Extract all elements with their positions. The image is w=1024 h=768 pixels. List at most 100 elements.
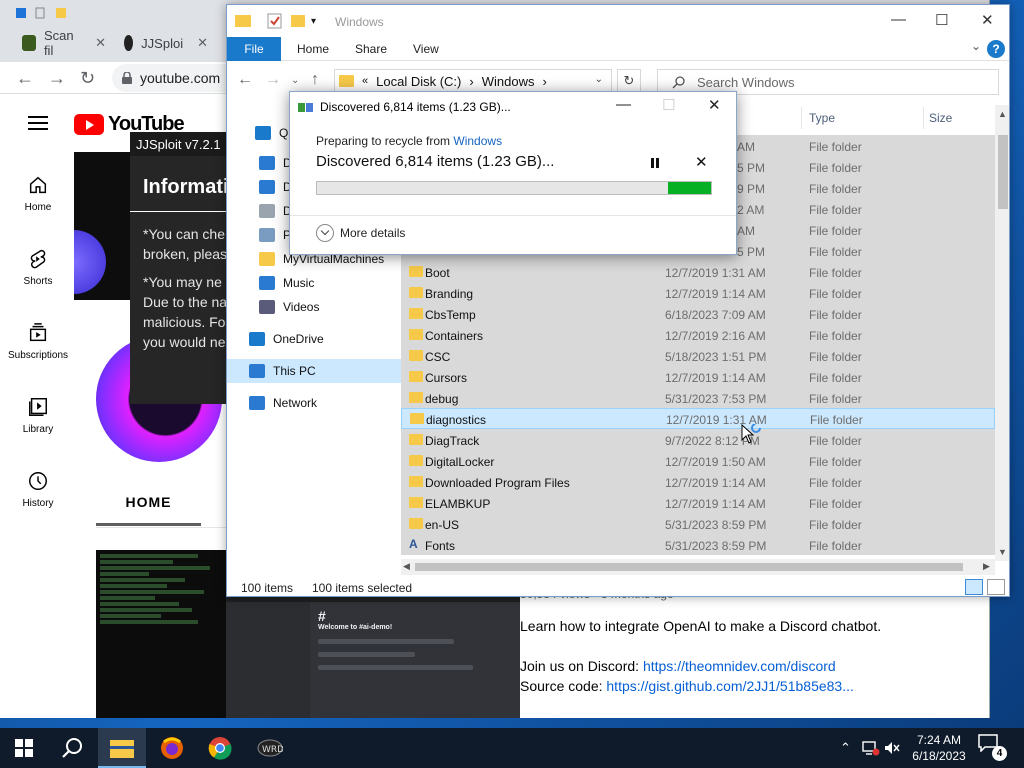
taskbar-app-chrome[interactable]	[196, 728, 244, 768]
more-details-button[interactable]: More details	[316, 223, 405, 243]
ribbon-tab-share[interactable]: Share	[355, 42, 387, 56]
scroll-right-icon[interactable]: ▶	[983, 561, 990, 572]
pause-icon[interactable]	[648, 156, 662, 170]
table-row[interactable]: diagnostics 12/7/2019 1:31 AM File folder	[401, 408, 995, 429]
ribbon-tab-view[interactable]: View	[413, 42, 439, 56]
horizontal-scrollbar[interactable]: ◀ ▶	[401, 559, 995, 575]
scroll-down-icon[interactable]: ▼	[998, 547, 1007, 557]
large-icons-view-icon[interactable]	[987, 579, 1005, 595]
close-tab-icon[interactable]: ✕	[95, 35, 106, 51]
scroll-up-icon[interactable]: ▲	[998, 109, 1007, 119]
taskbar-app-jjsploit[interactable]: WRD	[246, 728, 294, 768]
dialog-title-bar[interactable]: Discovered 6,814 items (1.23 GB)... — ☐ …	[290, 92, 736, 122]
refresh-icon[interactable]: ↻	[617, 69, 641, 93]
sidebar-item-library[interactable]: Library	[0, 396, 76, 435]
table-row[interactable]: debug 5/31/2023 7:53 PM File folder	[401, 387, 995, 408]
row-date: 5/31/2023 8:59 PM	[665, 539, 767, 553]
nav-item-music[interactable]: Music	[227, 271, 401, 295]
taskbar-app-file-explorer[interactable]	[98, 728, 146, 768]
overflow-icon[interactable]: «	[362, 75, 368, 87]
table-row[interactable]: DigitalLocker 12/7/2019 1:50 AM File folde…	[401, 450, 995, 471]
scroll-left-icon[interactable]: ◀	[403, 561, 410, 572]
table-row[interactable]: DiagTrack 9/7/2022 8:12 PM File folder	[401, 429, 995, 450]
nav-item-network[interactable]: Network	[227, 391, 401, 415]
column-header-size[interactable]: Size	[929, 111, 952, 125]
back-icon[interactable]: ←	[16, 68, 34, 89]
table-row[interactable]: ELAMBKUP 12/7/2019 1:14 AM File folder	[401, 492, 995, 513]
browser-tab-jjsploit[interactable]: JJSploi ✕	[116, 28, 216, 58]
ribbon-tab-file[interactable]: File	[227, 37, 281, 61]
hamburger-menu-icon[interactable]	[28, 116, 48, 130]
sidebar-item-label: History	[22, 498, 54, 509]
source-code-link[interactable]: https://gist.github.com/2JJ1/51b85e83...	[606, 678, 854, 694]
table-row[interactable]: Containers 12/7/2019 2:16 AM File folder	[401, 324, 995, 345]
forward-icon[interactable]: →	[265, 71, 281, 89]
table-row[interactable]: A Fonts 5/31/2023 8:59 PM File folder	[401, 534, 995, 555]
reload-icon[interactable]: ↻	[80, 68, 95, 89]
close-icon[interactable]: ✕	[981, 11, 994, 29]
table-row[interactable]: Boot 12/7/2019 1:31 AM File folder	[401, 261, 995, 282]
sidebar-item-history[interactable]: History	[0, 470, 76, 509]
forward-icon[interactable]: →	[48, 68, 66, 89]
breadcrumb-local-disk[interactable]: Local Disk (C:)	[376, 74, 461, 89]
table-row[interactable]: Downloaded Program Files 12/7/2019 1:14 A…	[401, 471, 995, 492]
expand-ribbon-icon[interactable]: ⌄	[971, 39, 981, 53]
recent-locations-icon[interactable]: ⌄	[291, 75, 299, 86]
column-header-type[interactable]: Type	[809, 111, 835, 125]
table-row[interactable]: en-US 5/31/2023 8:59 PM File folder	[401, 513, 995, 534]
vertical-scrollbar[interactable]: ▲ ▼	[995, 105, 1009, 561]
explorer-title-bar[interactable]: ▾ Windows — ☐ ✕	[227, 5, 1009, 37]
jjsploit-title-bar[interactable]: JJSploit v7.2.1	[130, 132, 226, 156]
scroll-thumb[interactable]	[415, 563, 963, 571]
row-date: 12/7/2019 1:31 AM	[665, 266, 766, 280]
breadcrumb-windows[interactable]: Windows	[482, 74, 535, 89]
nav-item-onedrive[interactable]: OneDrive	[227, 327, 401, 351]
discord-link[interactable]: https://theomnidev.com/discord	[643, 658, 836, 674]
breadcrumb-separator[interactable]: ›	[542, 74, 546, 89]
nav-item-this-pc[interactable]: This PC	[227, 359, 401, 383]
sidebar-item-subscriptions[interactable]: Subscriptions	[0, 322, 76, 361]
network-status-icon[interactable]	[862, 740, 880, 756]
address-dropdown-icon[interactable]: ⌄	[595, 74, 603, 85]
customize-toolbar-icon[interactable]: ▾	[311, 16, 316, 27]
ribbon-tab-home[interactable]: Home	[297, 42, 329, 56]
breadcrumb-separator[interactable]: ›	[469, 74, 473, 89]
close-tab-icon[interactable]: ✕	[197, 35, 208, 51]
browser-tab-scan[interactable]: Scan fil ✕	[14, 28, 114, 58]
start-button[interactable]	[0, 728, 48, 768]
taskbar-app-firefox[interactable]	[148, 728, 196, 768]
help-icon[interactable]: ?	[987, 40, 1005, 58]
minimize-icon[interactable]: —	[891, 11, 906, 28]
nav-item-label: Videos	[283, 300, 320, 314]
table-row[interactable]: Branding 12/7/2019 1:14 AM File folder	[401, 282, 995, 303]
source-folder-link[interactable]: Windows	[453, 134, 502, 148]
scroll-thumb[interactable]	[998, 135, 1008, 209]
row-type: File folder	[809, 329, 862, 343]
search-placeholder: Search Windows	[697, 74, 795, 90]
show-hidden-icons-icon[interactable]: ⌃	[840, 740, 851, 756]
system-clock[interactable]: 7:24 AM 6/18/2023	[904, 732, 974, 764]
close-icon[interactable]: ✕	[708, 96, 721, 114]
back-icon[interactable]: ←	[237, 71, 253, 89]
nav-item-videos[interactable]: Videos	[227, 295, 401, 319]
notifications-button[interactable]: 4	[978, 734, 1008, 762]
properties-icon[interactable]	[267, 13, 283, 29]
pinned-tabs-icon[interactable]	[14, 6, 74, 20]
sidebar-item-shorts[interactable]: Shorts	[0, 248, 76, 287]
stop-icon[interactable]: ✕	[695, 153, 708, 171]
sidebar-item-home[interactable]: Home	[0, 174, 76, 213]
details-view-icon[interactable]	[965, 579, 983, 595]
table-row[interactable]: Cursors 12/7/2019 1:14 AM File folder	[401, 366, 995, 387]
up-icon[interactable]: ↑	[311, 71, 319, 89]
tab-channel-home[interactable]: HOME	[96, 482, 201, 526]
folder-icon	[409, 308, 423, 319]
maximize-icon[interactable]: ☐	[935, 11, 948, 29]
address-bar[interactable]: « Local Disk (C:) › Windows › ⌄	[334, 69, 612, 93]
volume-muted-icon[interactable]	[884, 740, 900, 756]
new-folder-icon[interactable]	[291, 13, 307, 27]
search-button[interactable]	[48, 728, 96, 768]
minimize-icon[interactable]: —	[616, 96, 631, 113]
table-row[interactable]: CbsTemp 6/18/2023 7:09 AM File folder	[401, 303, 995, 324]
folder-icon	[409, 455, 423, 466]
table-row[interactable]: CSC 5/18/2023 1:51 PM File folder	[401, 345, 995, 366]
